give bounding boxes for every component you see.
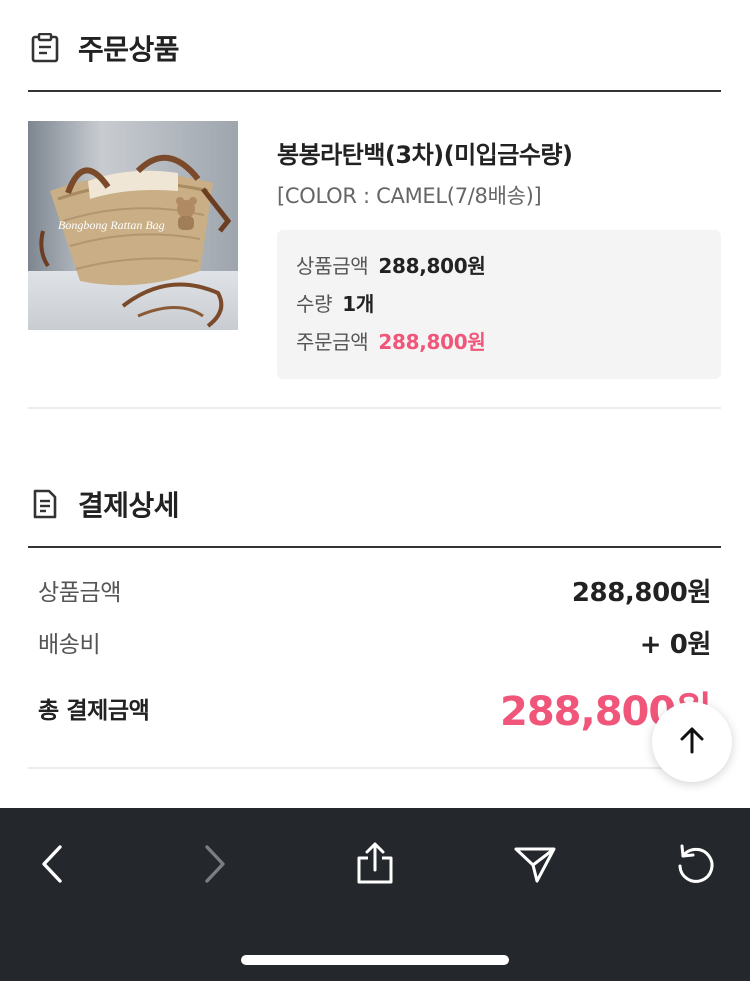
product-price-box: 상품금액 288,800원 수량 1개 주문금액 288,800원 [277,230,721,379]
subtotal-value: 288,800원 [571,577,712,608]
payment-section-title: 결제상세 [78,489,180,522]
product-image-caption: Bongbong Rattan Bag [58,218,165,232]
order-section-divider [28,90,721,92]
quantity-label: 수량 [296,292,333,316]
scroll-top-button[interactable] [652,702,732,782]
payment-section-header: 결제상세 [28,484,180,524]
back-icon [38,844,68,888]
payment-row-subtotal: 상품금액 288,800원 [38,570,711,610]
share-button[interactable] [345,836,405,896]
clipboard-icon [28,31,62,65]
order-amount-label: 주문금액 [296,330,369,354]
home-indicator [241,955,509,965]
product-thumbnail[interactable]: Bongbong Rattan Bag [28,121,238,330]
reload-icon [674,842,718,890]
send-button[interactable] [505,836,565,896]
payment-row-total: 총 결제금액 288,800원 [38,680,712,736]
order-amount-row: 주문금액 288,800원 [296,326,702,364]
shipping-label: 배송비 [38,632,101,658]
quantity-row: 수량 1개 [296,288,702,326]
quantity-value: 1개 [342,292,374,316]
share-icon [355,842,395,890]
order-section-header: 주문상품 [28,28,180,68]
payment-section-divider [28,546,721,548]
shipping-value: + 0원 [639,629,712,660]
order-item-divider [28,407,721,409]
total-label: 총 결제금액 [38,698,150,724]
price-row: 상품금액 288,800원 [296,250,702,288]
product-option: [COLOR : CAMEL(7/8배송)] [277,184,542,208]
price-value: 288,800원 [378,254,486,278]
order-section-title: 주문상품 [78,33,180,66]
subtotal-label: 상품금액 [38,580,122,606]
price-label: 상품금액 [296,254,369,278]
send-icon [513,844,557,888]
payment-row-shipping: 배송비 + 0원 [38,622,711,662]
forward-icon [199,844,229,888]
back-button[interactable] [23,836,83,896]
reload-button[interactable] [666,836,726,896]
receipt-icon [28,487,62,521]
forward-button[interactable] [184,836,244,896]
order-amount-value: 288,800원 [378,330,486,354]
payment-bottom-divider [28,767,721,769]
arrow-up-icon [677,725,707,759]
product-name[interactable]: 봉봉라탄백(3차)(미입금수량) [277,135,573,170]
